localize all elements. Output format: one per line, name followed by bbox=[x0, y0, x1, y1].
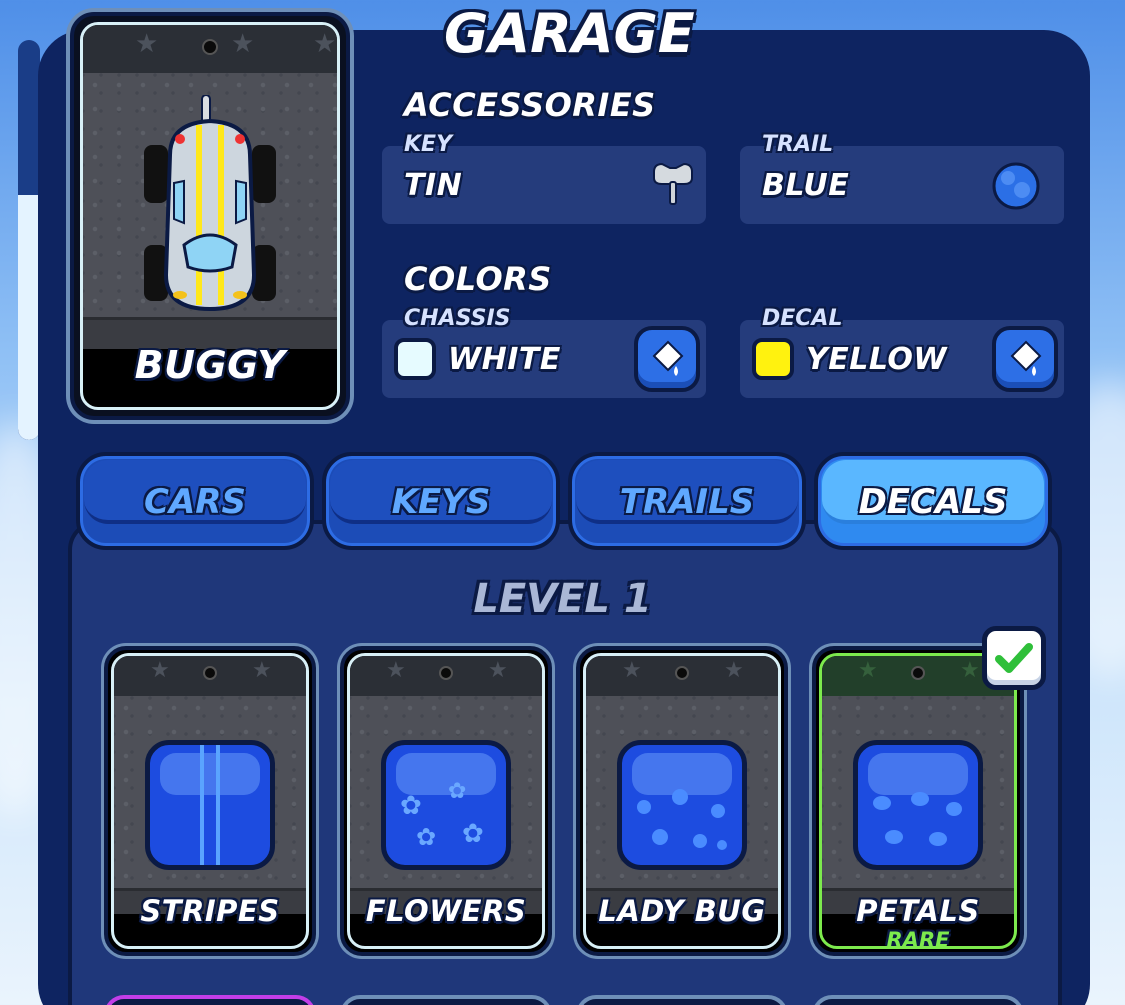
chassis-label: CHASSIS bbox=[404, 306, 511, 331]
star-icon: ★ bbox=[960, 658, 980, 683]
trail-label: TRAIL bbox=[762, 132, 834, 157]
selected-car-card[interactable]: ★ ★ ★ BUGGY bbox=[70, 12, 350, 420]
stripes-decal-icon bbox=[145, 740, 275, 870]
decal-card-flowers[interactable]: ★ ★ ✿ ✿ ✿ ✿ FLOWERS bbox=[340, 646, 552, 956]
decal-card-peek[interactable] bbox=[104, 995, 316, 1005]
chassis-color-swatch bbox=[394, 338, 436, 380]
car-name: BUGGY bbox=[134, 343, 286, 387]
decal-card-peek[interactable] bbox=[576, 995, 788, 1005]
tab-decals[interactable]: DECALS bbox=[814, 452, 1052, 550]
star-icon: ★ bbox=[858, 658, 878, 683]
card-header: ★ ★ ★ bbox=[83, 25, 337, 73]
flowers-decal-icon: ✿ ✿ ✿ ✿ bbox=[381, 740, 511, 870]
decal-name: PETALS bbox=[856, 894, 980, 928]
scrollbar-thumb[interactable] bbox=[18, 195, 40, 440]
star-icon: ★ bbox=[313, 29, 337, 59]
tab-keys[interactable]: KEYS bbox=[322, 452, 560, 550]
card-hole bbox=[202, 39, 218, 55]
key-label: KEY bbox=[404, 132, 453, 157]
star-icon: ★ bbox=[724, 658, 744, 683]
star-icon: ★ bbox=[252, 658, 272, 683]
star-icon: ★ bbox=[150, 658, 170, 683]
star-icon: ★ bbox=[386, 658, 406, 683]
paint-bucket-icon bbox=[652, 340, 684, 376]
tab-trails[interactable]: TRAILS bbox=[568, 452, 806, 550]
paint-bucket-icon bbox=[1010, 340, 1042, 376]
scrollbar[interactable] bbox=[18, 40, 40, 440]
card-hole bbox=[911, 666, 925, 680]
decal-color-swatch bbox=[752, 338, 794, 380]
decal-name: FLOWERS bbox=[365, 894, 527, 928]
decal-value: YELLOW bbox=[806, 342, 947, 377]
chassis-paint-button[interactable] bbox=[634, 326, 700, 392]
buggy-car-icon bbox=[144, 95, 276, 312]
chassis-color-field[interactable]: CHASSIS WHITE bbox=[382, 306, 706, 398]
chassis-value: WHITE bbox=[448, 342, 561, 377]
tab-cars[interactable]: CARS bbox=[76, 452, 314, 550]
decal-paint-button[interactable] bbox=[992, 326, 1058, 392]
accessories-heading: ACCESSORIES bbox=[404, 86, 656, 124]
card-hole bbox=[439, 666, 453, 680]
petals-decal-icon bbox=[853, 740, 983, 870]
selected-checkmark-icon bbox=[982, 626, 1046, 690]
star-icon: ★ bbox=[231, 29, 255, 59]
star-icon: ★ bbox=[135, 29, 159, 59]
blue-puff-icon bbox=[992, 162, 1040, 210]
decal-card-peek[interactable] bbox=[340, 995, 552, 1005]
page-title: GARAGE bbox=[444, 2, 695, 65]
star-icon: ★ bbox=[622, 658, 642, 683]
decal-card-petals[interactable]: ★ ★ PETALS RARE bbox=[812, 646, 1024, 956]
tab-label: CARS bbox=[144, 482, 246, 522]
star-icon: ★ bbox=[488, 658, 508, 683]
trail-value: BLUE bbox=[762, 168, 850, 203]
tab-label: TRAILS bbox=[619, 482, 755, 522]
tab-label: KEYS bbox=[391, 482, 491, 522]
card-frame: ★ ★ ★ BUGGY bbox=[80, 22, 340, 410]
card-hole bbox=[675, 666, 689, 680]
rarity-badge: RARE bbox=[886, 928, 950, 949]
decal-card-lady-bug[interactable]: ★ ★ LADY BUG bbox=[576, 646, 788, 956]
tab-label: DECALS bbox=[858, 482, 1008, 522]
key-value: TIN bbox=[404, 168, 463, 203]
lady-bug-decal-icon bbox=[617, 740, 747, 870]
decal-label: DECAL bbox=[762, 306, 843, 331]
decal-card-peek[interactable] bbox=[812, 995, 1024, 1005]
decal-name: LADY BUG bbox=[598, 894, 766, 928]
colors-heading: COLORS bbox=[404, 260, 552, 298]
wind-up-key-icon bbox=[653, 162, 693, 205]
decal-color-field[interactable]: DECAL YELLOW bbox=[740, 306, 1064, 398]
level-heading: LEVEL 1 bbox=[473, 576, 652, 622]
card-hole bbox=[203, 666, 217, 680]
key-accessory-field[interactable]: KEY TIN bbox=[382, 132, 706, 224]
decal-name: STRIPES bbox=[140, 894, 280, 928]
trail-accessory-field[interactable]: TRAIL BLUE bbox=[740, 132, 1064, 224]
decal-card-stripes[interactable]: ★ ★ STRIPES bbox=[104, 646, 316, 956]
